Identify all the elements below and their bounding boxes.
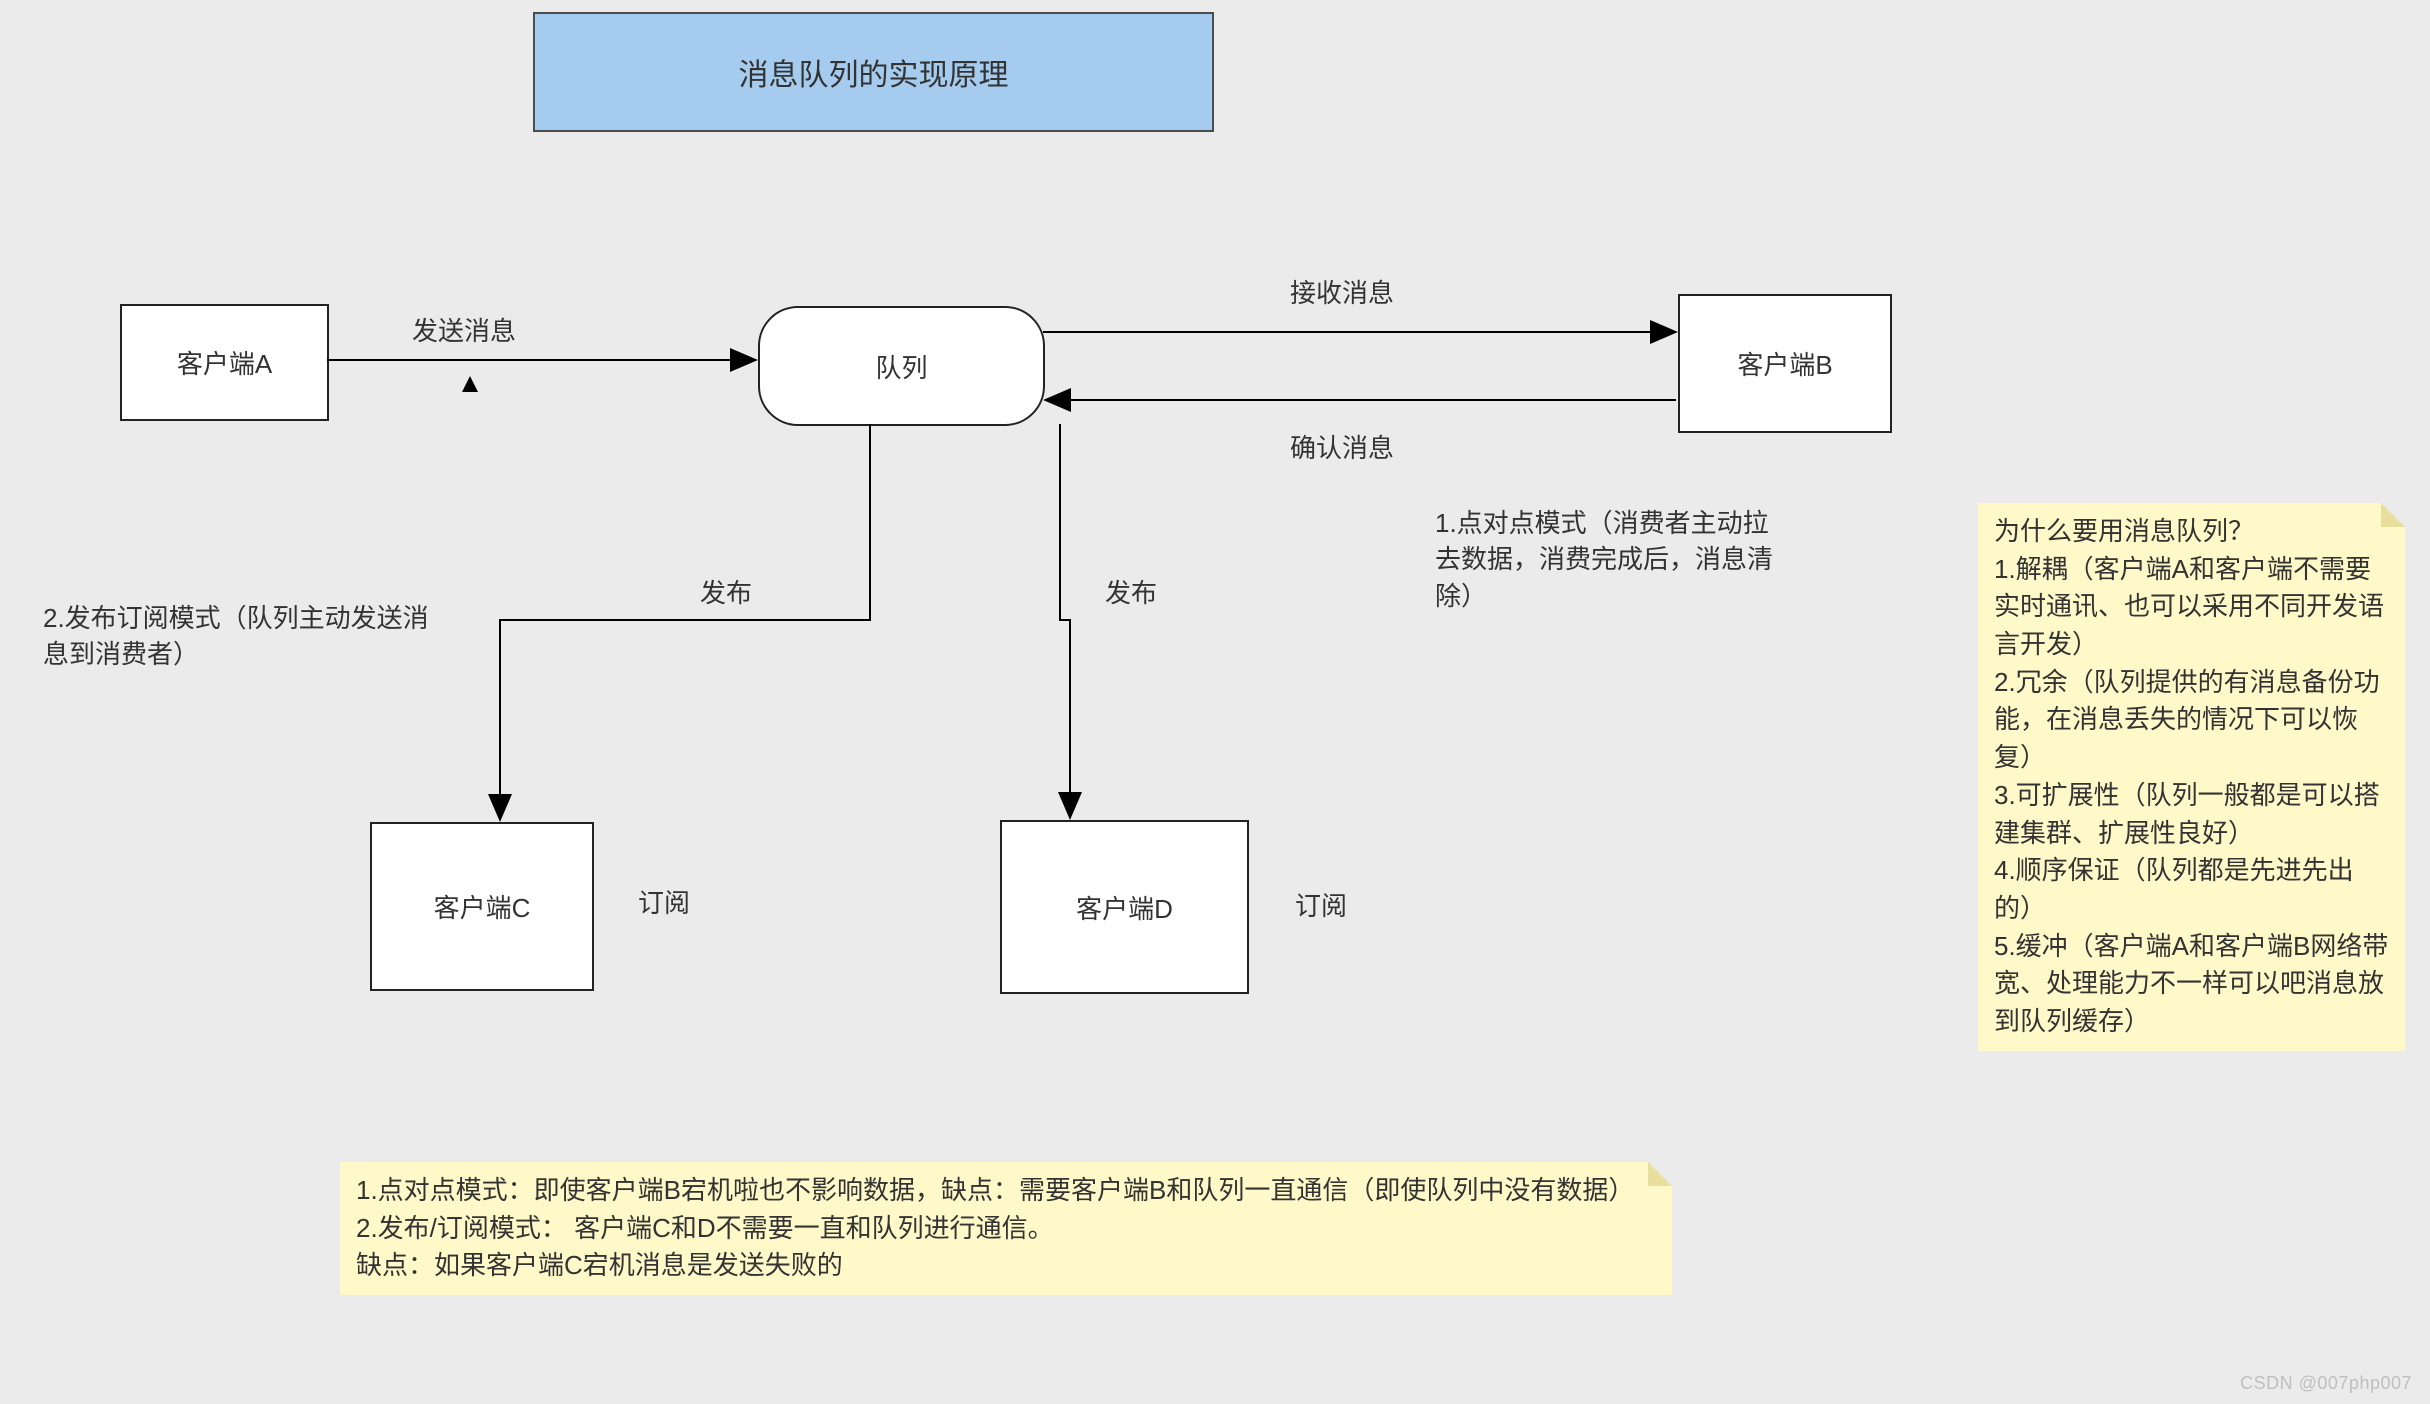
note-corner-fold-icon xyxy=(1648,1162,1672,1186)
edge-label-sub-d: 订阅 xyxy=(1295,888,1347,924)
edge-label-ack: 确认消息 xyxy=(1290,430,1394,466)
edge-label-publish1: 发布 xyxy=(700,575,752,611)
arrow-queue-to-d xyxy=(1060,424,1070,816)
arrow-send-back-tick-icon xyxy=(462,376,478,392)
edge-label-send: 发送消息 xyxy=(412,313,516,349)
watermark: CSDN @007php007 xyxy=(2240,1373,2412,1394)
edge-label-sub-c: 订阅 xyxy=(638,885,690,921)
note-why-line2: 2.冗余（队列提供的有消息备份功能，在消息丢失的情况下可以恢复） xyxy=(1994,664,2389,777)
node-client-c-label: 客户端C xyxy=(434,888,531,925)
node-client-d: 客户端D xyxy=(1000,820,1249,994)
note-why-line5: 5.缓冲（客户端A和客户端B网络带宽、处理能力不一样可以吧消息放到队列缓存） xyxy=(1994,928,2389,1041)
edge-label-publish2: 发布 xyxy=(1105,575,1157,611)
diagram-title: 消息队列的实现原理 xyxy=(533,12,1214,132)
note-why-line3: 3.可扩展性（队列一般都是可以搭建集群、扩展性良好） xyxy=(1994,777,2389,852)
arrow-queue-to-c xyxy=(500,424,870,818)
annotation-mode-p2p: 1.点对点模式（消费者主动拉去数据，消费完成后，消息清除） xyxy=(1435,505,1785,614)
node-client-a: 客户端A xyxy=(120,304,329,421)
node-client-b: 客户端B xyxy=(1678,294,1892,433)
node-client-d-label: 客户端D xyxy=(1076,889,1173,926)
note-compare-line2: 2.发布/订阅模式： 客户端C和D不需要一直和队列进行通信。 xyxy=(356,1210,1656,1248)
diagram-title-text: 消息队列的实现原理 xyxy=(739,50,1009,94)
note-why-line4: 4.顺序保证（队列都是先进先出的） xyxy=(1994,852,2389,927)
note-why-mq: 为什么要用消息队列？ 1.解耦（客户端A和客户端不需要实时通讯、也可以采用不同开… xyxy=(1978,503,2405,1051)
node-queue-label: 队列 xyxy=(875,348,927,385)
node-queue: 队列 xyxy=(758,306,1045,426)
node-client-a-label: 客户端A xyxy=(177,344,272,381)
note-why-line0: 为什么要用消息队列？ xyxy=(1994,513,2389,551)
node-client-b-label: 客户端B xyxy=(1737,345,1832,382)
edge-label-receive: 接收消息 xyxy=(1290,275,1394,311)
note-why-line1: 1.解耦（客户端A和客户端不需要实时通讯、也可以采用不同开发语言开发） xyxy=(1994,551,2389,664)
note-mode-compare: 1.点对点模式：即使客户端B宕机啦也不影响数据，缺点：需要客户端B和队列一直通信… xyxy=(340,1162,1672,1295)
annotation-mode-pubsub: 2.发布订阅模式（队列主动发送消息到消费者） xyxy=(43,600,443,673)
node-client-c: 客户端C xyxy=(370,822,594,991)
note-compare-line3: 缺点：如果客户端C宕机消息是发送失败的 xyxy=(356,1247,1656,1285)
note-corner-fold-icon xyxy=(2381,503,2405,527)
note-compare-line1: 1.点对点模式：即使客户端B宕机啦也不影响数据，缺点：需要客户端B和队列一直通信… xyxy=(356,1172,1656,1210)
